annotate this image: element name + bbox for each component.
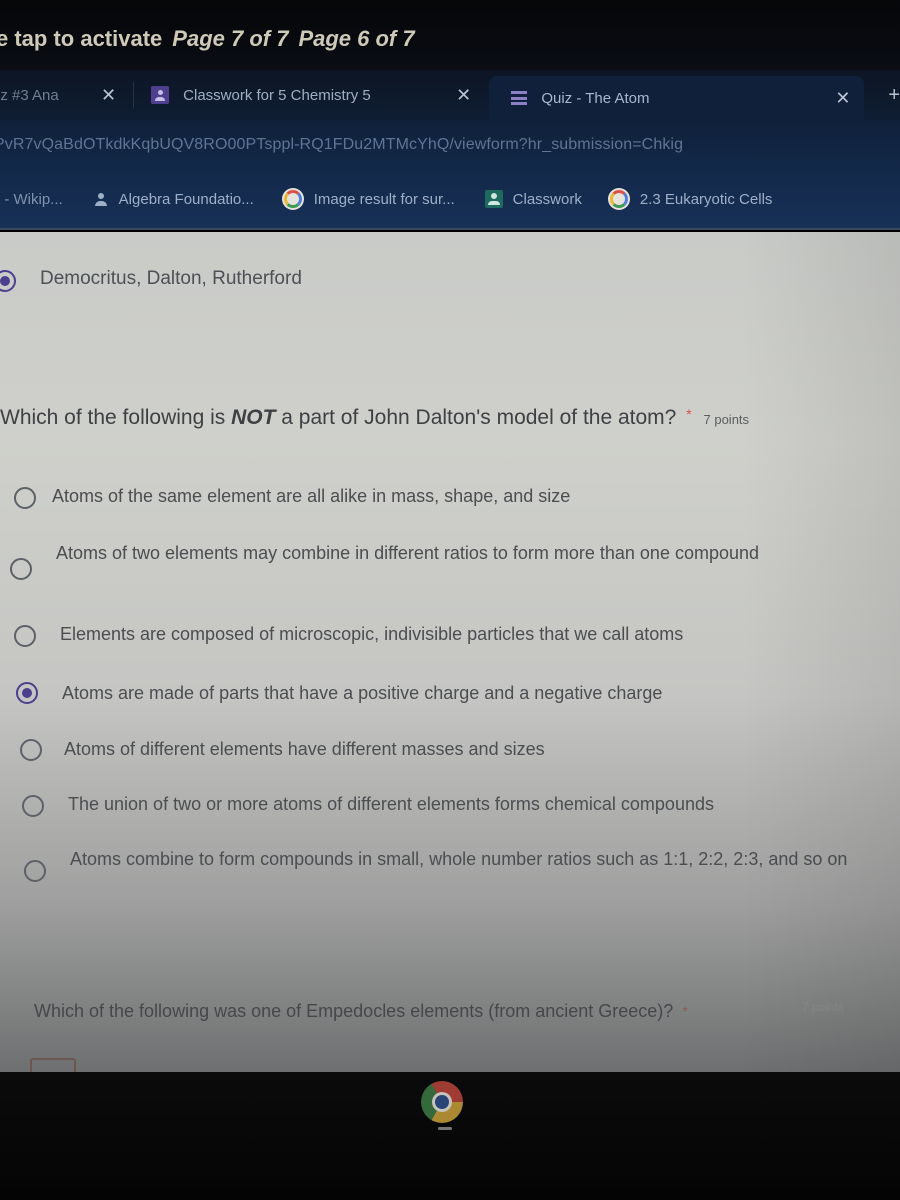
person-icon — [93, 191, 109, 207]
tab-title: Classwork for 5 Chemistry 5 — [183, 86, 371, 104]
bookmark-image-result[interactable]: G Image result for sur... — [281, 188, 455, 210]
app-running-indicator — [438, 1127, 452, 1130]
radio-button[interactable] — [20, 739, 42, 761]
bookmark-label: Classwork — [512, 190, 582, 208]
notification-text: e tap to activate — [0, 26, 163, 51]
bookmark-classwork[interactable]: Classwork — [484, 190, 582, 208]
option-label[interactable]: Atoms combine to form compounds in small… — [70, 844, 850, 874]
bookmark-eukaryotic-cells[interactable]: G 2.3 Eukaryotic Cells — [607, 188, 773, 210]
next-question-points: 7 points — [802, 1000, 845, 1014]
classroom-icon — [484, 190, 503, 208]
option-label[interactable]: Democritus, Dalton, Rutherford — [40, 264, 302, 294]
option-label[interactable]: Elements are composed of microscopic, in… — [60, 619, 840, 649]
question-title: Which of the following is NOT a part of … — [0, 406, 749, 430]
next-question-title: Which of the following was one of Empedo… — [34, 996, 774, 1026]
bookmarks-bar: t - Wikip... Algebra Foundatio... G Imag… — [0, 170, 900, 230]
close-icon[interactable]: ✕ — [101, 85, 116, 106]
tab-title: iz #3 Ana — [0, 86, 59, 104]
radio-selected[interactable] — [16, 682, 38, 704]
address-bar[interactable]: PvR7vQaBdOTkdkKqbUQV8RO00PTsppl-RQ1FDu2M… — [0, 120, 900, 170]
form-page: Democritus, Dalton, Rutherford Which of … — [0, 232, 900, 1072]
question-emphasis: NOT — [231, 406, 276, 429]
bookmark-label: Algebra Foundatio... — [118, 190, 254, 208]
question-text-before: Which of the following is — [0, 406, 232, 429]
radio-selected[interactable] — [0, 270, 16, 292]
radio-button[interactable] — [24, 860, 46, 882]
page-indicator-a: Page 7 of 7 — [172, 26, 289, 51]
close-icon[interactable]: ✕ — [835, 88, 850, 109]
bookmark-wikipedia[interactable]: t - Wikip... — [0, 191, 63, 208]
bookmark-label: t - Wikip... — [0, 190, 63, 208]
forms-icon — [511, 90, 528, 106]
notification-banner[interactable]: e tap to activate Page 7 of 7 Page 6 of 7 — [0, 0, 900, 70]
tab-classwork-chemistry[interactable]: Classwork for 5 Chemistry 5 ✕ — [151, 74, 486, 116]
close-icon[interactable]: ✕ — [456, 85, 471, 106]
radio-button[interactable] — [22, 795, 44, 817]
bookmark-label: Image result for sur... — [313, 190, 455, 208]
question-points: 7 points — [703, 412, 750, 427]
tab-quiz-the-atom[interactable]: Quiz - The Atom ✕ — [489, 76, 865, 120]
tab-title: Quiz - The Atom — [541, 89, 650, 107]
google-icon: G — [281, 188, 304, 210]
bookmark-algebra-foundations[interactable]: Algebra Foundatio... — [93, 191, 254, 208]
required-mark: * — [686, 406, 692, 422]
option-label[interactable]: Atoms of different elements have differe… — [64, 734, 844, 764]
option-label[interactable]: Atoms of the same element are all alike … — [52, 481, 812, 511]
classroom-icon — [151, 86, 170, 104]
radio-button[interactable] — [10, 558, 32, 580]
next-question-option-box[interactable] — [30, 1058, 76, 1072]
question-text-after: a part of John Dalton's model of the ato… — [275, 406, 677, 429]
page-indicator-b: Page 6 of 7 — [298, 26, 415, 51]
option-label[interactable]: Atoms are made of parts that have a posi… — [62, 678, 842, 708]
chrome-icon[interactable] — [421, 1081, 463, 1123]
required-mark: * — [682, 1003, 688, 1019]
radio-button[interactable] — [14, 625, 36, 647]
option-label[interactable]: The union of two or more atoms of differ… — [68, 789, 868, 819]
google-icon: G — [607, 188, 630, 210]
bookmark-label: 2.3 Eukaryotic Cells — [639, 190, 773, 208]
tab-strip: iz #3 Ana ✕ Classwork for 5 Chemistry 5 … — [0, 70, 900, 120]
url-text[interactable]: PvR7vQaBdOTkdkKqbUQV8RO00PTsppl-RQ1FDu2M… — [0, 136, 683, 153]
tab-divider — [133, 82, 135, 108]
next-question-text: Which of the following was one of Empedo… — [34, 1001, 674, 1021]
radio-button[interactable] — [14, 487, 36, 509]
tab-quiz-3[interactable]: iz #3 Ana ✕ — [0, 74, 128, 116]
option-label[interactable]: Atoms of two elements may combine in dif… — [56, 538, 796, 568]
new-tab-button[interactable]: + — [888, 84, 900, 107]
